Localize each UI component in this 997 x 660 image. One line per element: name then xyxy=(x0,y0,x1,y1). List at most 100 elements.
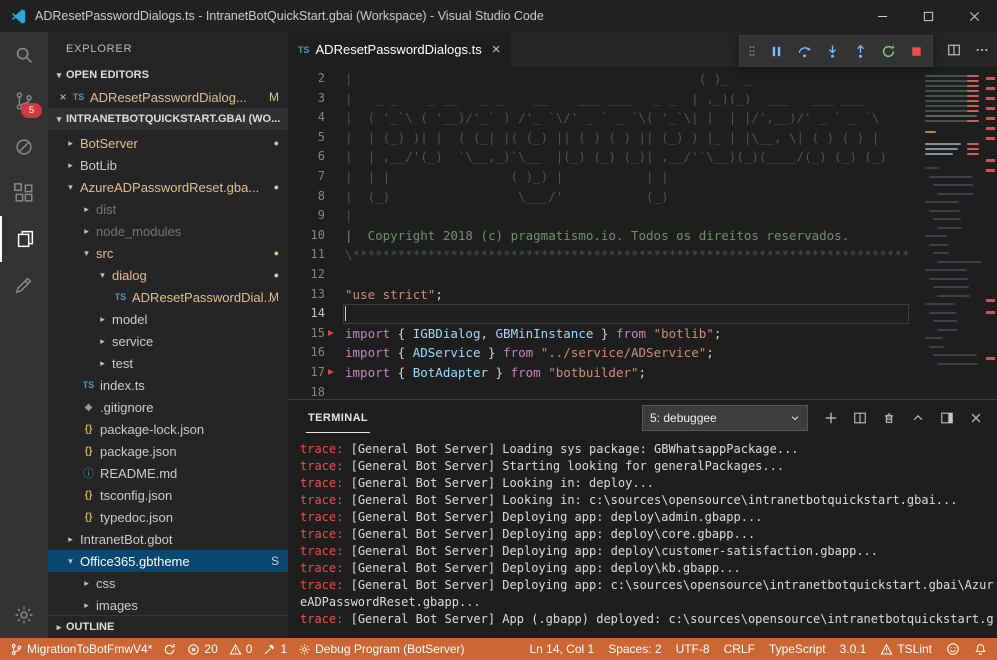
move-panel-icon[interactable] xyxy=(940,411,954,425)
pause-button[interactable] xyxy=(769,44,784,59)
close-window-button[interactable] xyxy=(951,0,997,32)
tab-close-icon[interactable]: × xyxy=(492,41,501,58)
split-terminal-icon[interactable] xyxy=(853,411,867,425)
step-into-button[interactable] xyxy=(825,44,840,59)
kill-terminal-icon[interactable] xyxy=(882,411,896,425)
tree-item[interactable]: ▾Office365.gbthemeS xyxy=(48,550,288,572)
tree-item[interactable]: {}package-lock.json xyxy=(48,418,288,440)
code-line: 5| | (_) )| | ( (_| |( (_) || ( ) ( ) ||… xyxy=(288,128,997,148)
tree-item[interactable]: ▸BotLib xyxy=(48,154,288,176)
tree-item[interactable]: ▾src● xyxy=(48,242,288,264)
workspace-folder-header[interactable]: ▾INTRANETBOTQUICKSTART.GBAI (WO... xyxy=(48,108,288,130)
status-fixes[interactable]: 1 xyxy=(263,642,287,656)
status-warnings[interactable]: 0 xyxy=(229,642,253,656)
open-editors-header[interactable]: ▾OPEN EDITORS xyxy=(48,64,288,86)
tree-item[interactable]: ▸dist xyxy=(48,198,288,220)
code-area[interactable]: 2| ( )_ _ |3| _ _ _ __ _ _ __ ___ ___ _ … xyxy=(288,67,997,402)
activity-search-button[interactable] xyxy=(0,32,48,78)
overview-ruler xyxy=(983,67,997,400)
open-editor-item[interactable]: × TS ADResetPasswordDialog... M xyxy=(48,86,288,108)
close-icon[interactable]: × xyxy=(56,90,70,104)
tree-item[interactable]: ▸BotServer● xyxy=(48,132,288,154)
tab-adresetpassworddialogs[interactable]: TS ADResetPasswordDialogs.ts × xyxy=(288,32,510,67)
tree-item[interactable]: ▸node_modules xyxy=(48,220,288,242)
maximize-button[interactable] xyxy=(905,0,951,32)
outline-section-header[interactable]: ▸OUTLINE xyxy=(48,615,288,638)
new-terminal-icon[interactable] xyxy=(824,411,838,425)
terminal-output[interactable]: trace: [General Bot Server] Loading sys … xyxy=(288,435,997,628)
explorer-sidebar: EXPLORER ▾OPEN EDITORS × TS ADResetPassw… xyxy=(48,32,288,638)
status-branch[interactable]: MigrationToBotFmwV4* xyxy=(10,642,152,656)
tree-item[interactable]: ▸test xyxy=(48,352,288,374)
title-bar: ADResetPasswordDialogs.ts - IntranetBotQ… xyxy=(0,0,997,32)
chevron-right-icon: ▸ xyxy=(52,622,66,633)
tab-terminal[interactable]: TERMINAL xyxy=(306,403,370,433)
minimize-button[interactable] xyxy=(859,0,905,32)
chevron-down-icon: ▾ xyxy=(96,270,109,281)
code-line-content xyxy=(343,265,909,285)
code-line-content: | | | ( )_) | | | | xyxy=(343,167,909,187)
activity-edit-button[interactable] xyxy=(0,262,48,308)
restart-button[interactable] xyxy=(881,44,896,59)
tree-item[interactable]: TSindex.ts xyxy=(48,374,288,396)
tree-item[interactable]: ▸model xyxy=(48,308,288,330)
activity-source-control-button[interactable]: 5 xyxy=(0,78,48,124)
step-over-button[interactable] xyxy=(797,44,812,59)
line-number: 14 xyxy=(288,304,325,324)
tree-item[interactable]: TSADResetPasswordDial...M xyxy=(48,286,288,308)
gutter xyxy=(325,343,343,363)
tab-bar: TS ADResetPasswordDialogs.ts × xyxy=(288,32,997,67)
code-line: 12 xyxy=(288,265,997,285)
activity-explorer-button[interactable] xyxy=(0,216,48,262)
status-eol[interactable]: CRLF xyxy=(724,642,755,656)
minimap[interactable] xyxy=(923,67,983,400)
status-notifications[interactable] xyxy=(974,643,987,656)
status-indentation[interactable]: Spaces: 2 xyxy=(608,642,661,656)
tree-item[interactable]: ▾dialog● xyxy=(48,264,288,286)
status-language[interactable]: TypeScript xyxy=(769,642,826,656)
caret xyxy=(345,306,346,321)
window-title: ADResetPasswordDialogs.ts - IntranetBotQ… xyxy=(35,9,544,23)
stop-button[interactable] xyxy=(909,44,924,59)
modified-dot-badge: ● xyxy=(274,182,279,192)
line-number: 7 xyxy=(288,167,325,187)
code-line: 11\*************************************… xyxy=(288,245,997,265)
activity-extensions-button[interactable] xyxy=(0,170,48,216)
line-number: 3 xyxy=(288,89,325,109)
tree-item[interactable]: ▸IntranetBot.gbot xyxy=(48,528,288,550)
status-ts-version[interactable]: 3.0.1 xyxy=(840,642,867,656)
status-cursor-position[interactable]: Ln 14, Col 1 xyxy=(529,642,594,656)
tree-item[interactable]: {}typedoc.json xyxy=(48,506,288,528)
error-icon xyxy=(187,643,200,656)
split-editor-icon[interactable] xyxy=(947,43,961,57)
activity-debug-button[interactable] xyxy=(0,124,48,170)
close-panel-icon[interactable] xyxy=(969,411,983,425)
tree-item[interactable]: {}tsconfig.json xyxy=(48,484,288,506)
maximize-panel-icon[interactable] xyxy=(911,411,925,425)
line-number: 6 xyxy=(288,147,325,167)
drag-grip-icon[interactable] xyxy=(748,43,756,59)
json-file-icon: {} xyxy=(80,490,97,501)
terminal-selector-dropdown[interactable]: 5: debuggee xyxy=(642,405,808,431)
status-tslint[interactable]: TSLint xyxy=(880,642,932,656)
status-encoding[interactable]: UTF-8 xyxy=(676,642,710,656)
tree-item[interactable]: ▾AzureADPasswordReset.gba...● xyxy=(48,176,288,198)
gutter xyxy=(325,187,343,207)
tree-item[interactable]: {}package.json xyxy=(48,440,288,462)
tree-item[interactable]: ◆.gitignore xyxy=(48,396,288,418)
status-errors[interactable]: 20 xyxy=(187,642,217,656)
step-out-button[interactable] xyxy=(853,44,868,59)
settings-gear-button[interactable] xyxy=(0,592,48,638)
tree-item[interactable]: ▸css xyxy=(48,572,288,594)
more-actions-icon[interactable] xyxy=(975,43,989,57)
tree-item[interactable]: ▸service xyxy=(48,330,288,352)
status-feedback[interactable] xyxy=(946,642,960,656)
chevron-right-icon: ▸ xyxy=(96,314,109,325)
status-sync[interactable] xyxy=(163,643,176,656)
terminal-panel: TERMINAL 5: debuggee trace: [General xyxy=(288,399,997,638)
code-line-content: | ( '_`\ ( '__)/'_` ) /'_ `\/' _ ` _ `\(… xyxy=(343,108,909,128)
code-line: 15import { IGBDialog, GBMinInstance } fr… xyxy=(288,324,997,344)
tree-item[interactable]: ⓘREADME.md xyxy=(48,462,288,484)
status-debug-target[interactable]: Debug Program (BotServer) xyxy=(298,642,464,656)
tree-item[interactable]: ▸images xyxy=(48,594,288,616)
